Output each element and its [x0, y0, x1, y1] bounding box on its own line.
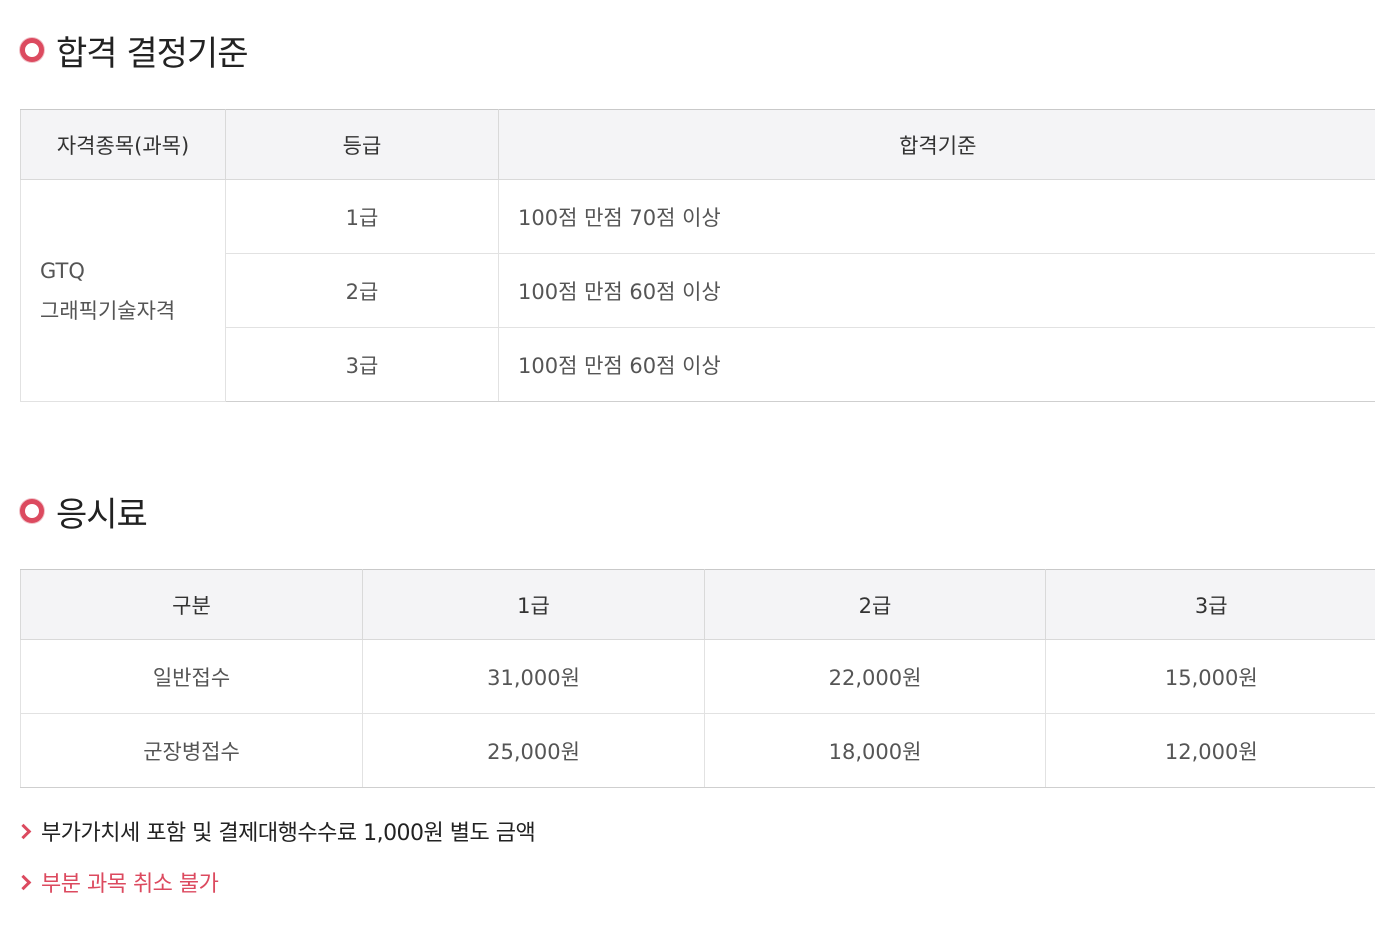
subject-cell: GTQ 그래픽기술자격: [20, 179, 226, 402]
standard-cell: 100점 만점 60점 이상: [498, 327, 1375, 402]
subject-code: GTQ: [40, 258, 85, 283]
grade-cell: 2급: [225, 253, 499, 328]
fee-type-cell: 일반접수: [20, 639, 363, 714]
header-grade-2: 2급: [704, 569, 1046, 640]
header-grade-3: 3급: [1045, 569, 1375, 640]
vat-note: 부가가치세 포함 및 결제대행수수료 1,000원 별도 금액: [15, 815, 536, 847]
circle-bullet-icon: [20, 38, 44, 62]
table-row: 군장병접수 25,000원 18,000원 12,000원: [20, 713, 1375, 788]
header-grade-1: 1급: [362, 569, 705, 640]
cancel-note: 부분 과목 취소 불가: [15, 866, 219, 898]
fee-section-title: 응시료: [20, 487, 148, 535]
standard-cell: 100점 만점 70점 이상: [498, 179, 1375, 254]
header-subject: 자격종목(과목): [20, 109, 226, 180]
grade-cell: 3급: [225, 327, 499, 402]
fee-grade-2-cell: 18,000원: [704, 713, 1046, 788]
table-header-row: 구분 1급 2급 3급: [20, 569, 1375, 640]
fee-grade-1-cell: 31,000원: [362, 639, 705, 714]
criteria-section-title: 합격 결정기준: [20, 26, 248, 74]
fee-grade-1-cell: 25,000원: [362, 713, 705, 788]
circle-bullet-icon: [20, 499, 44, 523]
fee-type-cell: 군장병접수: [20, 713, 363, 788]
table-header-row: 자격종목(과목) 등급 합격기준: [20, 109, 1375, 180]
fee-grade-2-cell: 22,000원: [704, 639, 1046, 714]
criteria-title-text: 합격 결정기준: [56, 33, 248, 74]
grade-cell: 1급: [225, 179, 499, 254]
fee-grade-3-cell: 15,000원: [1045, 639, 1375, 714]
header-type: 구분: [20, 569, 363, 640]
cancel-note-text: 부분 과목 취소 불가: [41, 872, 219, 897]
table-row: 일반접수 31,000원 22,000원 15,000원: [20, 639, 1375, 714]
chevron-right-icon: [15, 874, 32, 890]
vat-note-text: 부가가치세 포함 및 결제대행수수료 1,000원 별도 금액: [41, 821, 536, 846]
table-row: GTQ 그래픽기술자격 1급 100점 만점 70점 이상: [20, 179, 1375, 402]
standard-cell: 100점 만점 60점 이상: [498, 253, 1375, 328]
header-grade: 등급: [225, 109, 499, 180]
exam-fee-table: 구분 1급 2급 3급 일반접수 31,000원 22,000원 15,000원…: [20, 569, 1375, 788]
fee-title-text: 응시료: [56, 494, 148, 535]
subject-name: 그래픽기술자격: [40, 298, 176, 323]
fee-grade-3-cell: 12,000원: [1045, 713, 1375, 788]
pass-criteria-table: 자격종목(과목) 등급 합격기준 GTQ 그래픽기술자격 1급 100점 만점 …: [20, 109, 1375, 402]
header-standard: 합격기준: [498, 109, 1375, 180]
chevron-right-icon: [15, 823, 32, 839]
